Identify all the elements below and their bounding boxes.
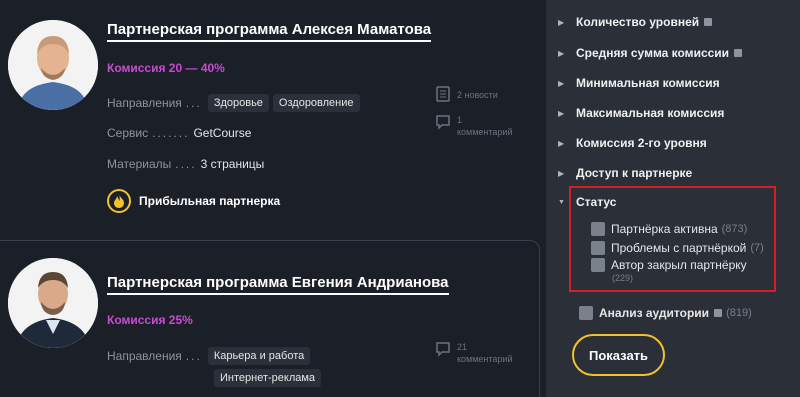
- filter-avg-commission[interactable]: ▶ Средняя сумма комиссии: [558, 46, 743, 60]
- materials-value: 3 страницы: [200, 157, 265, 171]
- comments-count: 21: [457, 342, 468, 352]
- directions-label: Направления: [107, 96, 182, 110]
- filter-levels[interactable]: ▶ Количество уровней: [558, 15, 713, 29]
- comments-link[interactable]: 21 комментарий: [435, 341, 512, 365]
- filter-sidebar: ▶ Количество уровней ▶ Средняя сумма ком…: [546, 0, 800, 397]
- info-icon[interactable]: [714, 309, 723, 317]
- program-list: Партнерская программа Алексея Маматова К…: [0, 0, 546, 397]
- news-link[interactable]: 2 новости: [435, 86, 498, 102]
- filter-label: Доступ к партнерке: [576, 166, 693, 180]
- comments-link[interactable]: 1 комментарий: [435, 114, 512, 138]
- checkbox[interactable]: [591, 258, 605, 272]
- commission-value: Комиссия 25%: [107, 313, 193, 327]
- status-option-problems[interactable]: Проблемы с партнёркой (7): [591, 241, 764, 255]
- comments-text: 21 комментарий: [457, 341, 512, 365]
- filter-audience[interactable]: Анализ аудитории (819): [579, 306, 752, 320]
- triangle-right-icon: ▶: [558, 48, 565, 58]
- avatar[interactable]: [8, 20, 98, 110]
- avatar[interactable]: [8, 258, 98, 348]
- leader-dots: ....: [175, 157, 197, 171]
- triangle-right-icon: ▶: [558, 108, 565, 118]
- speech-bubble-icon: [436, 342, 450, 357]
- triangle-down-icon: ▼: [558, 198, 565, 206]
- triangle-right-icon: ▶: [558, 17, 565, 27]
- directions-row: Направления ... Здоровье Оздоровление: [107, 94, 364, 112]
- comments-count: 1: [457, 115, 463, 125]
- checkbox[interactable]: [591, 222, 605, 236]
- materials-label: Материалы: [107, 157, 172, 171]
- filter-label: Максимальная комиссия: [576, 106, 725, 120]
- document-icon: [436, 86, 450, 102]
- profitable-badge: Прибыльная партнерка: [107, 189, 280, 213]
- flame-icon: [107, 189, 131, 213]
- program-card: Партнерская программа Евгения Андрианова…: [0, 240, 540, 397]
- leader-dots: .......: [152, 126, 190, 140]
- triangle-right-icon: ▶: [558, 168, 565, 178]
- info-icon[interactable]: [704, 18, 713, 26]
- program-title[interactable]: Партнерская программа Евгения Андрианова: [107, 274, 449, 295]
- info-icon[interactable]: [734, 49, 743, 57]
- filter-label: Комиссия 2-го уровня: [576, 136, 707, 150]
- direction-tag[interactable]: Карьера и работа: [207, 347, 311, 365]
- option-label: Партнёрка активна: [611, 222, 718, 236]
- commission-value: Комиссия 20 — 40%: [107, 61, 225, 75]
- option-label: Проблемы с партнёркой: [611, 241, 747, 255]
- comments-word: комментарий: [457, 354, 513, 364]
- direction-tag[interactable]: Здоровье: [207, 94, 269, 112]
- status-option-closed[interactable]: Автор закрыл партнёрку: [591, 258, 747, 272]
- option-count: (229): [612, 273, 634, 283]
- badge-label: Прибыльная партнерка: [139, 194, 281, 208]
- option-label: Автор закрыл партнёрку: [611, 258, 747, 272]
- checkbox[interactable]: [579, 306, 593, 320]
- direction-tag[interactable]: Интернет-реклама: [214, 369, 322, 387]
- triangle-right-icon: ▶: [558, 78, 565, 88]
- speech-bubble-icon: [436, 115, 450, 130]
- leader-dots: ...: [185, 96, 202, 110]
- option-label: Анализ аудитории: [599, 306, 710, 320]
- option-count: (873): [721, 223, 748, 235]
- directions-label: Направления: [107, 349, 182, 363]
- filter-max-commission[interactable]: ▶ Максимальная комиссия: [558, 106, 725, 120]
- materials-row: Материалы .... 3 страницы: [107, 157, 264, 171]
- service-value: GetCourse: [193, 126, 252, 140]
- service-label: Сервис: [107, 126, 149, 140]
- leader-dots: ...: [185, 349, 202, 363]
- status-option-active[interactable]: Партнёрка активна (873): [591, 222, 747, 236]
- direction-tag[interactable]: Оздоровление: [272, 94, 360, 112]
- service-row: Сервис ....... GetCourse: [107, 126, 251, 140]
- directions-row: Направления ... Карьера и работа: [107, 347, 314, 365]
- filter-min-commission[interactable]: ▶ Минимальная комиссия: [558, 76, 720, 90]
- filter-label: Минимальная комиссия: [576, 76, 720, 90]
- filter-status[interactable]: ▼ Статус: [558, 195, 617, 209]
- news-count: 2 новости: [457, 90, 498, 100]
- filter-access[interactable]: ▶ Доступ к партнерке: [558, 166, 693, 180]
- comments-text: 1 комментарий: [457, 114, 512, 138]
- filter-second-level[interactable]: ▶ Комиссия 2-го уровня: [558, 136, 707, 150]
- program-card: Партнерская программа Алексея Маматова К…: [0, 0, 540, 240]
- filter-label: Статус: [576, 195, 617, 209]
- program-title[interactable]: Партнерская программа Алексея Маматова: [107, 21, 432, 42]
- checkbox[interactable]: [591, 241, 605, 255]
- filter-label: Количество уровней: [576, 15, 700, 29]
- option-count: (819): [726, 307, 752, 319]
- triangle-right-icon: ▶: [558, 138, 565, 148]
- show-button[interactable]: Показать: [572, 334, 665, 376]
- filter-label: Средняя сумма комиссии: [576, 46, 730, 60]
- option-count: (7): [750, 242, 764, 254]
- comments-word: комментарий: [457, 127, 513, 137]
